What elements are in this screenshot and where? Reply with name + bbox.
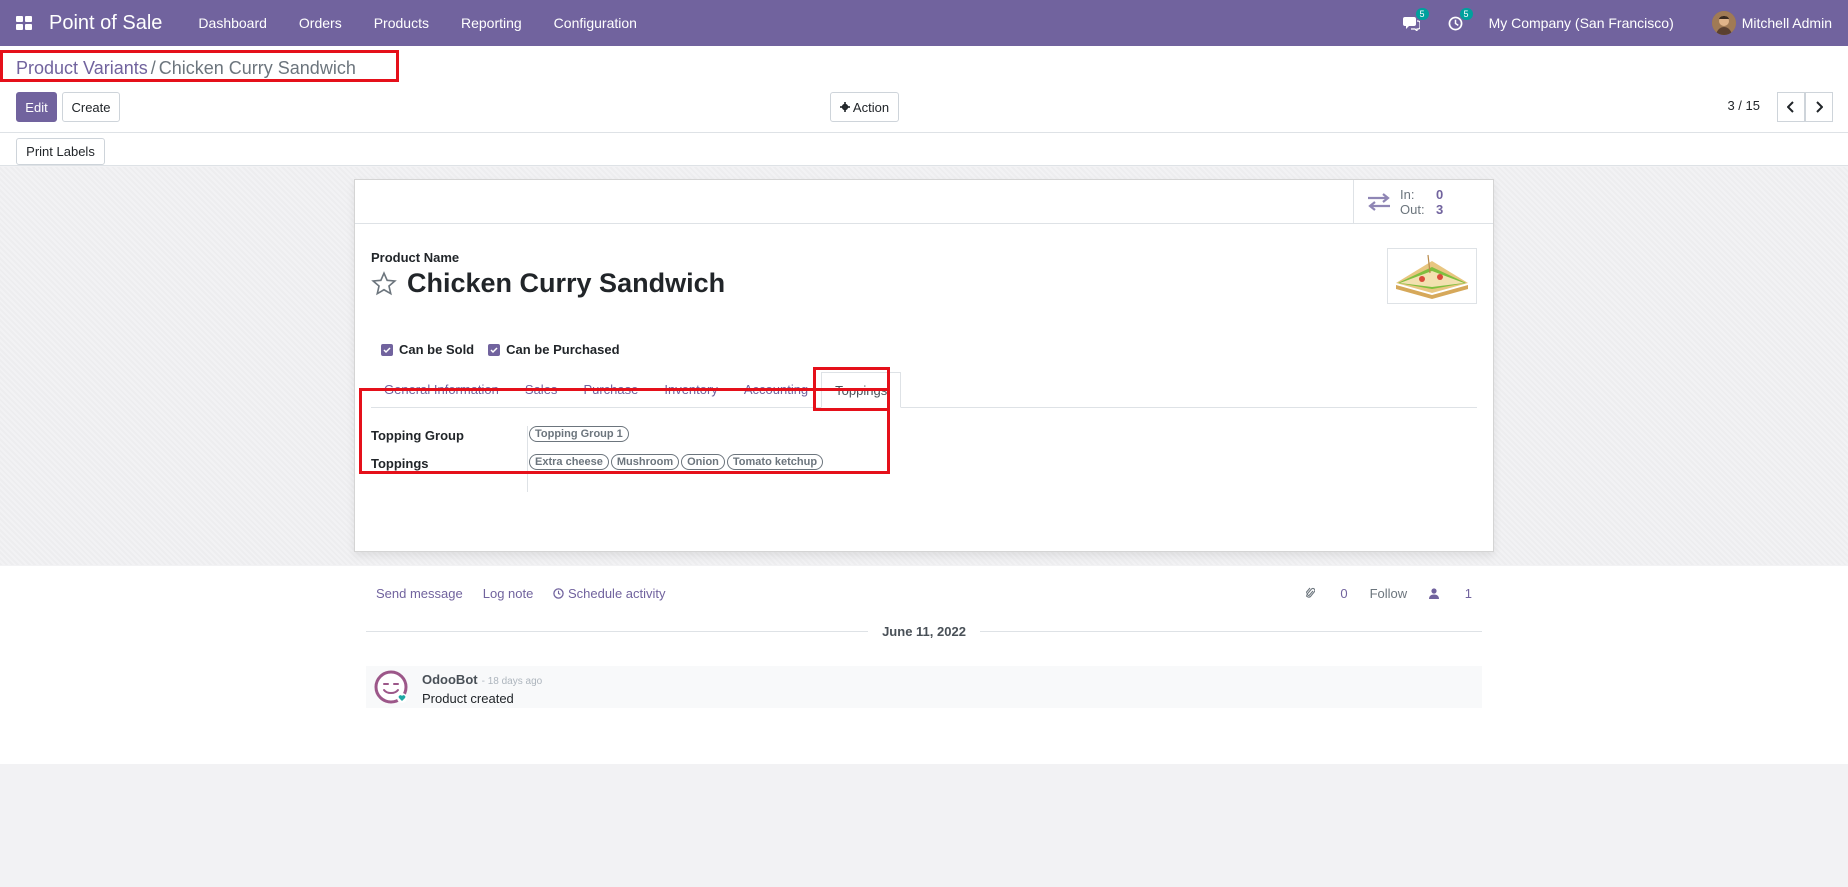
can-be-purchased-checkbox[interactable] [488,343,501,356]
followers-button[interactable]: 1 [1429,586,1472,601]
print-labels-button[interactable]: Print Labels [16,138,105,165]
stat-in-label: In: [1400,187,1415,202]
button-box: In: 0 Out: 3 [355,180,1493,224]
message-date: June 11, 2022 [882,623,966,639]
messaging-icon[interactable]: 5 [1401,8,1429,34]
attachments-count: 0 [1340,586,1348,601]
check-icon [490,346,498,353]
schedule-activity-label: Schedule activity [567,586,666,601]
breadcrumb-highlight-box [0,50,399,82]
gear-icon [839,102,850,112]
top-navbar: Point of Sale Dashboard Orders Products … [0,0,1848,46]
chatter-topbar: Send message Log note Schedule activity [376,586,686,601]
attachments-button[interactable]: 0 [1304,586,1348,601]
clock-icon [553,588,565,599]
schedule-activity-button[interactable]: Schedule activity [553,586,666,601]
control-panel: Product Variants / Chicken Curry Sandwich … [0,46,1848,166]
action-label: Action [852,99,890,115]
sale-purchase-checkboxes: Can be Sold Can be Purchased [381,342,634,357]
create-button[interactable]: Create [62,92,120,122]
send-message-button[interactable]: Send message [376,586,463,601]
menu-reporting[interactable]: Reporting [445,0,538,46]
stat-out-label: Out: [1400,202,1425,217]
user-menu[interactable]: Mitchell Admin [1711,11,1832,35]
menu-dashboard[interactable]: Dashboard [182,0,283,46]
page-bottom-background [0,764,1848,887]
form-sheet: In: 0 Out: 3 Product Name Chicken Curry Sa… [354,179,1494,552]
menu-orders[interactable]: Orders [283,0,358,46]
chatter: Send message Log note Schedule activity … [0,566,1848,764]
stat-out-value: 3 [1436,202,1444,217]
message-date-separator: June 11, 2022 [366,623,1482,639]
check-icon [383,346,391,353]
menu-configuration[interactable]: Configuration [538,0,653,46]
statusbar-divider [0,132,1848,133]
apps-menu-icon[interactable] [16,16,32,30]
product-image[interactable] [1387,248,1477,304]
odoobot-avatar-icon[interactable] [374,670,408,704]
systray: 5 5 My Company (San Francisco) Mitchell … [1401,0,1848,46]
main-menu: Dashboard Orders Products Reporting Conf… [182,0,653,46]
message-body: Product created [422,691,514,706]
paperclip-icon [1304,587,1316,598]
log-note-button[interactable]: Log note [483,586,534,601]
message-author[interactable]: OdooBot [422,672,478,687]
can-be-purchased-label: Can be Purchased [506,342,620,357]
toppings-fields-highlight-box [359,388,890,474]
activity-clock-icon[interactable]: 5 [1445,8,1473,34]
chatter-topbar-right: 0 Follow 1 [1284,586,1472,601]
can-be-sold-field[interactable]: Can be Sold [381,342,474,357]
chatter-message: OdooBot - 18 days ago Product created [366,666,1482,708]
follow-button[interactable]: Follow [1370,586,1408,601]
exchange-arrows-icon [1368,193,1390,211]
can-be-purchased-field[interactable]: Can be Purchased [488,342,620,357]
action-button[interactable]: Action [830,92,899,122]
followers-count: 1 [1464,586,1472,601]
user-name: Mitchell Admin [1741,15,1832,31]
edit-button[interactable]: Edit [16,92,57,122]
stock-moves-smart-button[interactable]: In: 0 Out: 3 [1353,180,1493,224]
menu-products[interactable]: Products [358,0,445,46]
pager-next-button[interactable] [1805,92,1833,122]
stat-in-value: 0 [1436,187,1444,202]
message-time-ago: - 18 days ago [481,676,543,687]
user-avatar [1711,11,1736,35]
pager-previous-button[interactable] [1777,92,1805,122]
activities-badge: 5 [1459,8,1473,20]
user-icon [1429,588,1440,599]
app-name[interactable]: Point of Sale [49,12,162,35]
chevron-left-icon [1787,101,1794,113]
messages-badge: 5 [1415,8,1429,20]
form-view: In: 0 Out: 3 Product Name Chicken Curry Sa… [0,167,1848,565]
can-be-sold-checkbox[interactable] [381,343,393,356]
pager-value[interactable]: 3 / 15 [1727,98,1760,113]
star-icon[interactable] [371,270,397,297]
can-be-sold-label: Can be Sold [399,342,475,357]
chevron-right-icon [1816,101,1823,113]
sandwich-image-icon [1396,254,1468,299]
product-name: Chicken Curry Sandwich [407,268,726,298]
company-switcher[interactable]: My Company (San Francisco) [1489,15,1674,31]
product-name-label: Product Name [371,250,460,265]
